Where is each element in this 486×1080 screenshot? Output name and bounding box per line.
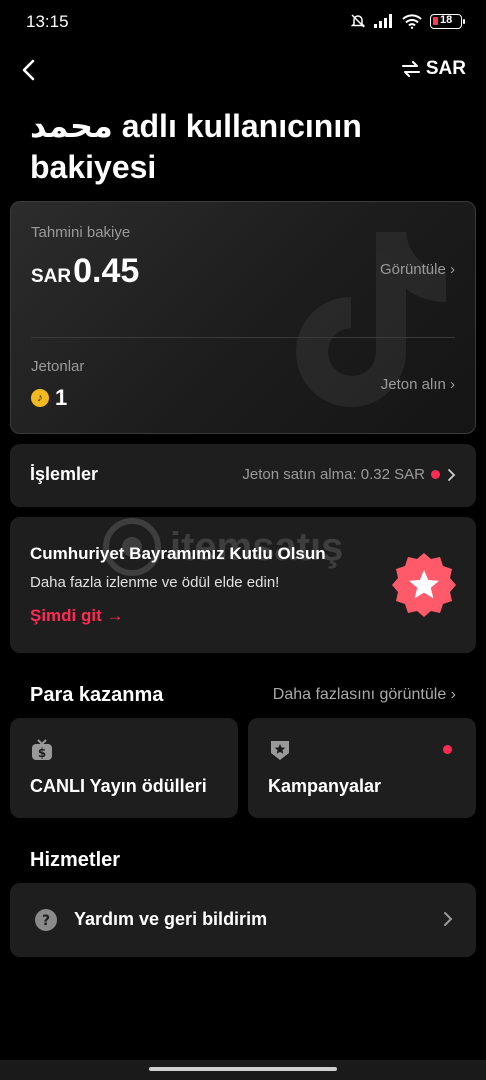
coins-row: ♪ 1 [31,385,67,411]
live-rewards-label: CANLI Yayın ödülleri [30,776,207,796]
promo-card[interactable]: Cumhuriyet Bayramımız Kutlu Olsun Daha f… [10,517,476,653]
chevron-right-icon [448,468,456,481]
back-arrow-icon[interactable] [16,56,44,84]
notification-dot [443,745,452,754]
get-coins-link[interactable]: Jeton alın › [381,376,455,393]
svg-text:?: ? [42,913,50,929]
services-section-title: Hizmetler [30,849,121,871]
wifi-icon [402,13,422,29]
swap-icon [401,61,420,77]
help-feedback-label: Yardım ve geri bildirim [74,909,268,929]
currency-switch-button[interactable]: SAR [401,58,466,80]
view-balance-link[interactable]: Görüntüle › [380,261,455,278]
signal-icon [374,14,392,28]
balance-value: 0.45 [73,252,140,290]
balance-currency: SAR [31,266,72,287]
chevron-right-icon [444,912,453,926]
balance-card: Tahmini bakiye SAR 0.45 Görüntüle › Jeto… [10,201,476,434]
coins-value: 1 [55,385,68,410]
earn-more-link[interactable]: Daha fazlasını görüntüle › [273,686,456,704]
page-title: محمد adlı kullanıcının bakiyesi [30,108,362,185]
battery-level: 18 [440,13,453,26]
divider [31,337,455,338]
promo-title: Cumhuriyet Bayramımız Kutlu Olsun [30,544,326,563]
coin-icon: ♪ [31,389,49,407]
campaigns-label: Kampanyalar [268,776,382,796]
svg-text:$: $ [38,746,46,760]
estimated-balance-label: Tahmini bakiye [31,224,131,241]
home-indicator[interactable] [149,1067,337,1071]
live-rewards-tile[interactable]: $ CANLI Yayın ödülleri [10,718,238,818]
help-feedback-row[interactable]: ? Yardım ve geri bildirim [10,883,476,957]
live-gift-icon: $ [32,739,52,760]
coins-label: Jetonlar [31,358,85,375]
campaigns-tile[interactable]: Kampanyalar [248,718,476,818]
transactions-row[interactable]: İşlemler Jeton satın alma: 0.32 SAR [10,444,476,507]
transactions-info-text: Jeton satın alma: 0.32 SAR [242,466,425,483]
help-icon: ? [35,909,57,931]
notification-dot [431,470,440,479]
transactions-title: İşlemler [30,464,99,484]
status-icons: 18 [350,13,465,29]
currency-label: SAR [425,58,466,79]
earn-section-title: Para kazanma [30,684,164,706]
star-badge-icon [392,553,456,617]
battery-icon: 18 [430,13,465,29]
promo-cta-link[interactable]: Şimdi git → [30,606,124,626]
balance-amount: SAR 0.45 [31,252,139,291]
status-bar: 13:15 18 [0,0,486,46]
status-time: 13:15 [26,12,69,31]
campaign-badge-icon [271,741,289,760]
muted-bell-icon [350,14,366,28]
promo-subtitle: Daha fazla izlenme ve ödül elde edin! [30,574,280,591]
transactions-info: Jeton satın alma: 0.32 SAR [242,466,456,483]
